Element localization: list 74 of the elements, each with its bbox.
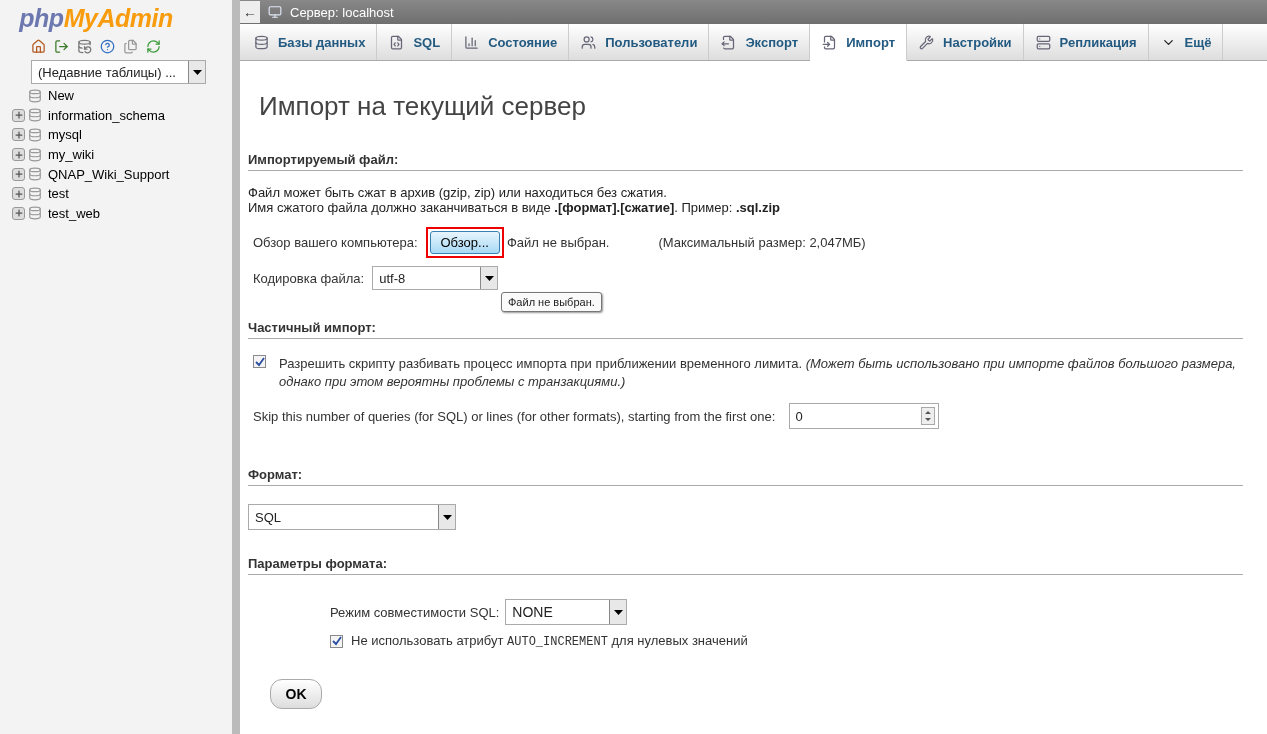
database-icon: [28, 206, 42, 221]
logo[interactable]: phpMyAdmin: [19, 4, 173, 33]
checkbox[interactable]: [330, 634, 343, 648]
dropdown-arrow-icon: [613, 609, 623, 615]
number-field[interactable]: 0: [789, 403, 940, 429]
compat-mode-select[interactable]: NONE: [505, 599, 628, 625]
field-label: Skip this number of queries (for SQL) or lines (for other formats), starting from the first one:: [253, 408, 776, 424]
tree-item[interactable]: test_web: [48, 205, 101, 221]
field-label: Режим совместимости SQL:: [330, 604, 500, 620]
documents-icon[interactable]: [123, 39, 138, 54]
wrench-icon: [919, 34, 934, 50]
tree-item[interactable]: my_wiki: [48, 147, 95, 163]
tree-item[interactable]: test: [48, 186, 69, 202]
exit-icon[interactable]: [54, 39, 69, 54]
section-legend: Формат:: [248, 467, 1243, 486]
tab[interactable]: Репликация: [1023, 24, 1149, 60]
section-legend: Импортируемый файл:: [248, 152, 1243, 171]
dropdown-arrow-icon: [442, 514, 452, 520]
users-icon: [581, 34, 597, 50]
dropdown-arrow-icon: [484, 275, 494, 281]
import-icon: [822, 34, 838, 50]
database-icon: [28, 147, 42, 162]
refresh-icon[interactable]: [146, 39, 161, 54]
help-text: Файл может быть сжат в архив (gzip, zip) или находиться без сжатия.: [248, 185, 668, 200]
expand-icon[interactable]: [12, 206, 25, 220]
page-title: Импорт на текущий сервер: [259, 91, 587, 122]
expand-icon[interactable]: [12, 187, 25, 201]
field-label: Обзор вашего компьютера:: [253, 235, 418, 250]
help-icon[interactable]: [100, 39, 115, 54]
file-status: Файл не выбран.: [506, 235, 610, 250]
database-icon: [28, 88, 42, 103]
spinner-icon[interactable]: [921, 407, 936, 425]
max-size-text: (Максимальный размер: 2,047МБ): [658, 235, 866, 250]
charset-select[interactable]: utf-8: [372, 266, 499, 290]
tab[interactable]: SQL: [377, 24, 453, 60]
database-icon: [254, 34, 269, 50]
expand-icon[interactable]: [12, 167, 25, 181]
help-text: Имя сжатого файла должно заканчиваться в виде .[формат].[сжатие]. Пример: .sql.zip: [248, 200, 781, 215]
breadcrumb-title[interactable]: Сервер: localhost: [290, 4, 394, 20]
database-icon: [28, 186, 42, 201]
dropdown-arrow-icon: [192, 69, 202, 75]
tree-item[interactable]: mysql: [48, 127, 82, 143]
database-icon: [28, 167, 42, 182]
tree-item[interactable]: QNAP_Wiki_Support: [48, 166, 170, 182]
tab[interactable]: Базы данных: [242, 24, 378, 60]
bar-chart-icon: [464, 34, 480, 50]
recent-tables-select[interactable]: (Недавние таблицы) ...: [31, 60, 206, 84]
expand-icon[interactable]: [12, 128, 25, 142]
database-icon[interactable]: [77, 39, 92, 54]
database-icon: [28, 128, 42, 142]
database-icon: [28, 108, 42, 123]
tree-item[interactable]: information_schema: [48, 107, 166, 123]
document-icon: [389, 34, 405, 50]
field-label: Кодировка файла:: [253, 270, 365, 286]
home-icon[interactable]: [31, 39, 46, 54]
back-button[interactable]: ←: [240, 1, 260, 23]
tooltip: Файл не выбран.: [501, 292, 602, 312]
tab[interactable]: Пользователи: [569, 24, 710, 60]
tab[interactable]: Импорт: [810, 24, 907, 61]
format-select[interactable]: SQL: [248, 504, 456, 530]
section-legend: Параметры формата:: [248, 556, 1243, 575]
tab[interactable]: Настройки: [907, 24, 1024, 60]
checkbox-label: Разрешить скрипту разбивать процесс импорта при приближении временного лимита. (Может быть использовано при импорте файлов большого размера, однако при этом вероятны проблемы с транзакциями.): [279, 355, 1237, 391]
export-icon: [721, 34, 737, 50]
section-legend: Частичный импорт:: [248, 320, 1243, 339]
checkbox-label: Не использовать атрибут AUTO_INCREMENT для нулевых значений: [351, 633, 748, 649]
expand-icon[interactable]: [12, 148, 25, 162]
tab[interactable]: Состояние: [452, 24, 570, 60]
ok-button[interactable]: OK: [270, 679, 322, 709]
tree-item[interactable]: New: [48, 88, 74, 104]
checkbox[interactable]: [253, 355, 266, 368]
browse-button[interactable]: Обзор...: [429, 231, 500, 254]
expand-icon[interactable]: [12, 108, 25, 122]
tab[interactable]: Ещё: [1148, 24, 1224, 60]
